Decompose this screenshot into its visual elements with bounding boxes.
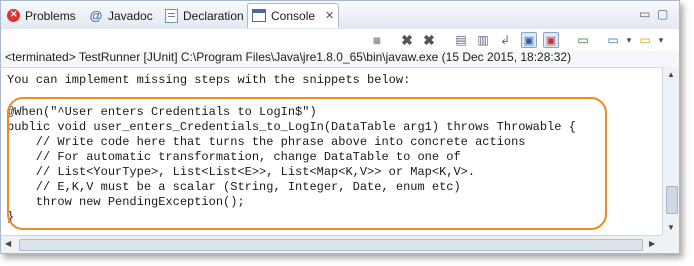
problems-icon — [7, 9, 20, 22]
snippet-highlight-outline — [7, 97, 607, 230]
tab-console-label: Console — [271, 8, 316, 23]
scroll-right-icon[interactable]: ▶ — [649, 239, 655, 248]
open-console-icon[interactable]: ▭ — [637, 32, 653, 48]
tab-javadoc-label: Javadoc — [108, 8, 153, 23]
horizontal-scrollbar[interactable]: ◀ ▶ — [1, 235, 662, 253]
show-on-stdout-icon[interactable]: ▣ — [521, 32, 537, 48]
scrollbar-corner — [662, 235, 679, 252]
word-wrap-icon[interactable]: ↲ — [497, 32, 513, 48]
tab-declaration-label: Declaration — [183, 8, 244, 23]
view-tab-bar: Problems @ Javadoc Declaration Console ✕… — [1, 1, 679, 30]
remove-launch-icon[interactable]: ✖ — [399, 32, 415, 48]
declaration-icon — [165, 8, 178, 23]
horizontal-scroll-thumb[interactable] — [19, 239, 643, 251]
console-view-window: Problems @ Javadoc Declaration Console ✕… — [0, 0, 680, 254]
remove-all-terminated-icon[interactable]: ✖ — [421, 32, 437, 48]
show-on-stderr-icon[interactable]: ▣ — [543, 32, 559, 48]
console-toolbar: ■ ✖ ✖ ▤ ▥ ↲ ▣ ▣ ▭ ▭ ▾ ▭ ▾ — [1, 29, 679, 51]
launch-status: <terminated> TestRunner [JUnit] C:\Progr… — [5, 50, 572, 64]
scroll-down-icon[interactable]: ▼ — [667, 223, 675, 232]
pin-console-icon[interactable]: ▭ — [575, 32, 591, 48]
scroll-up-icon[interactable]: ▲ — [667, 70, 675, 79]
clear-console-icon[interactable]: ▤ — [453, 32, 469, 48]
display-console-dropdown-icon[interactable]: ▾ — [621, 32, 637, 48]
tab-problems[interactable]: Problems — [3, 3, 83, 28]
vertical-scroll-thumb[interactable] — [666, 186, 678, 214]
console-line: You can implement missing steps with the… — [7, 73, 411, 87]
tab-problems-label: Problems — [25, 8, 76, 23]
vertical-scrollbar[interactable]: ▲ ▼ — [662, 67, 679, 235]
minimize-icon[interactable]: ▭ — [639, 7, 650, 21]
terminate-icon[interactable]: ■ — [369, 32, 385, 48]
close-icon[interactable]: ✕ — [325, 9, 334, 22]
tab-declaration[interactable]: Declaration — [161, 3, 253, 28]
javadoc-icon: @ — [89, 7, 103, 23]
tab-console[interactable]: Console ✕ — [247, 3, 339, 28]
display-console-icon[interactable]: ▭ — [605, 32, 621, 48]
scroll-lock-icon[interactable]: ▥ — [475, 32, 491, 48]
open-console-dropdown-icon[interactable]: ▾ — [653, 32, 669, 48]
tab-javadoc[interactable]: @ Javadoc — [85, 3, 161, 28]
console-icon — [252, 9, 266, 22]
maximize-icon[interactable]: ▢ — [657, 7, 668, 21]
scroll-left-icon[interactable]: ◀ — [5, 239, 11, 248]
